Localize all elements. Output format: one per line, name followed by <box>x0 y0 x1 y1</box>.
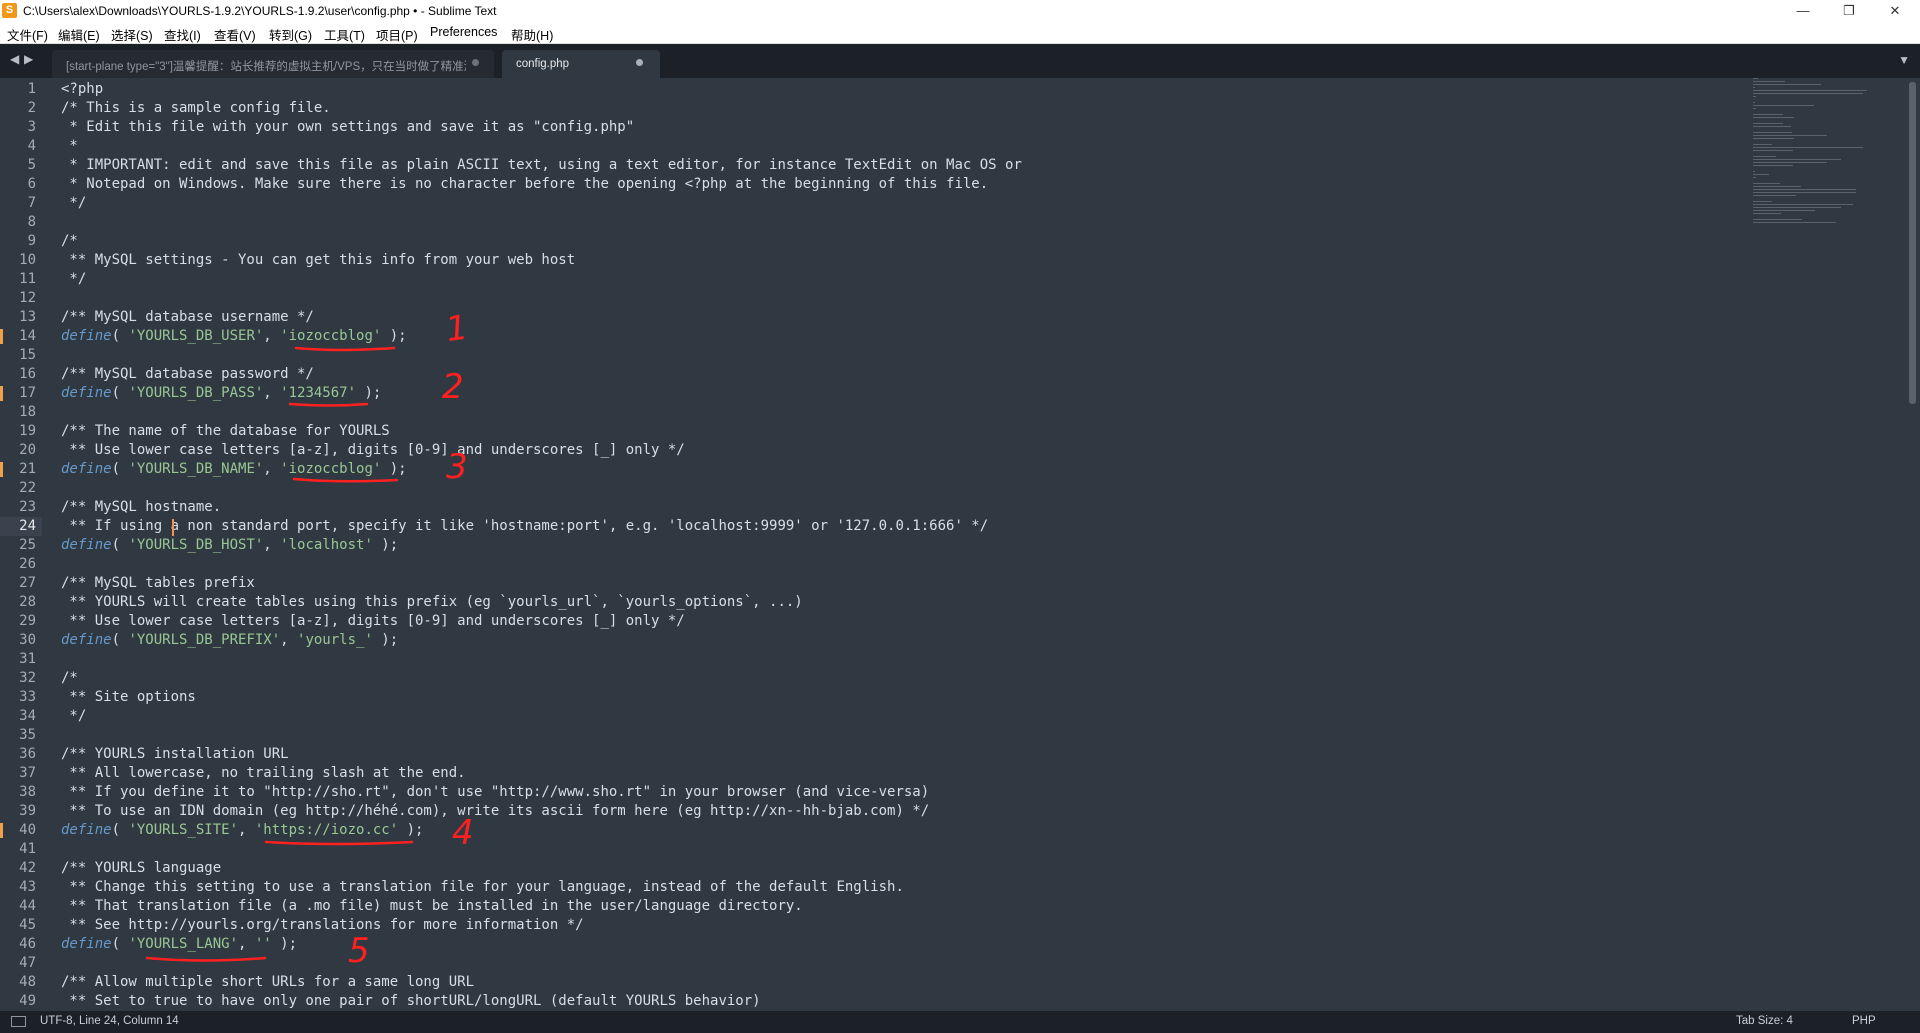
minimap-line <box>1753 201 1772 202</box>
menu-project[interactable]: 项目(P) <box>376 25 418 44</box>
tab-start-plane[interactable]: [start-plane type="3"]温馨提醒：站长推荐的虚拟主机/VPS… <box>52 50 494 78</box>
minimap-line <box>1753 114 1783 115</box>
text-cursor <box>172 519 174 536</box>
minimap-line <box>1753 138 1794 139</box>
minimap-line <box>1753 174 1769 175</box>
minimap-line <box>1753 84 1821 85</box>
menu-help[interactable]: 帮助(H) <box>511 25 553 44</box>
scrollbar-thumb[interactable] <box>1909 82 1916 404</box>
tab-bar: ◀ ▶ [start-plane type="3"]温馨提醒：站长推荐的虚拟主机… <box>0 44 1920 78</box>
minimap-line <box>1753 213 1781 214</box>
minimap-line <box>1753 81 1785 82</box>
tab-label: config.php <box>516 58 570 70</box>
minimap-line <box>1753 189 1856 190</box>
menu-goto[interactable]: 转到(G) <box>269 25 312 44</box>
minimap-line <box>1753 186 1801 187</box>
underline-db-user <box>294 346 396 352</box>
menu-bar: 文件(F) 编辑(E) 选择(S) 查找(I) 查看(V) 转到(G) 工具(T… <box>0 22 1920 44</box>
minimap-line <box>1753 159 1841 160</box>
minimap-line <box>1753 108 1756 109</box>
menu-selection[interactable]: 选择(S) <box>111 25 153 44</box>
minimap[interactable] <box>1753 78 1883 278</box>
minimap-line <box>1753 90 1867 91</box>
minimap-line <box>1753 147 1863 148</box>
window-title: C:\Users\alex\Downloads\YOURLS-1.9.2\YOU… <box>23 4 497 18</box>
panel-toggle-icon[interactable] <box>11 1016 26 1027</box>
underline-db-name <box>292 477 399 483</box>
annotation-2: 2 <box>442 367 464 407</box>
annotation-1: 1 <box>443 308 470 351</box>
underline-site <box>264 840 414 846</box>
annotation-layer: 1 2 3 4 5 <box>145 308 474 971</box>
minimap-line <box>1753 219 1802 220</box>
minimap-line <box>1753 195 1796 196</box>
menu-tools[interactable]: 工具(T) <box>324 25 365 44</box>
menu-view[interactable]: 查看(V) <box>214 25 256 44</box>
minimap-line <box>1753 165 1793 166</box>
minimap-line <box>1753 192 1856 193</box>
minimap-line <box>1753 78 1758 79</box>
minimap-line <box>1753 222 1836 223</box>
status-bar: UTF-8, Line 24, Column 14 Tab Size: 4 PH… <box>0 1011 1920 1033</box>
minimap-line <box>1753 105 1814 106</box>
title-bar: S C:\Users\alex\Downloads\YOURLS-1.9.2\Y… <box>0 0 1920 22</box>
tab-size-status[interactable]: Tab Size: 4 <box>1736 1015 1793 1027</box>
tab-next-arrow-icon[interactable]: ▶ <box>24 52 33 66</box>
minimap-line <box>1753 123 1783 124</box>
underline-lang <box>145 956 267 962</box>
minimap-line <box>1753 162 1827 163</box>
minimap-line <box>1753 93 1863 94</box>
syntax-status[interactable]: PHP <box>1852 1015 1876 1027</box>
minimize-icon[interactable]: — <box>1780 0 1826 22</box>
minimap-line <box>1753 210 1815 211</box>
minimap-line <box>1753 150 1793 151</box>
minimap-line <box>1753 117 1794 118</box>
minimap-line <box>1753 132 1792 133</box>
cursor-position-status: UTF-8, Line 24, Column 14 <box>40 1015 179 1027</box>
sublime-text-icon: S <box>2 3 17 18</box>
minimap-line <box>1753 204 1853 205</box>
tab-config-php[interactable]: config.php <box>502 50 660 78</box>
menu-edit[interactable]: 编辑(E) <box>58 25 100 44</box>
tab-prev-arrow-icon[interactable]: ◀ <box>10 52 19 66</box>
close-icon[interactable]: ✕ <box>1872 0 1918 22</box>
minimap-line <box>1753 135 1827 136</box>
menu-preferences[interactable]: Preferences <box>430 25 497 39</box>
minimap-line <box>1753 126 1791 127</box>
minimap-line <box>1753 171 1755 172</box>
minimap-line <box>1753 183 1780 184</box>
annotation-3: 3 <box>446 447 468 487</box>
tab-list-dropdown-icon[interactable]: ▼ <box>1898 53 1910 67</box>
restore-icon[interactable]: ❐ <box>1826 0 1872 22</box>
unsaved-dot-icon[interactable] <box>636 59 643 66</box>
underline-db-pass <box>288 402 369 407</box>
minimap-line <box>1753 102 1755 103</box>
tab-label: [start-plane type="3"]温馨提醒：站长推荐的虚拟主机/VPS… <box>66 61 466 73</box>
minimap-line <box>1753 177 1756 178</box>
minimap-line <box>1753 156 1776 157</box>
menu-find[interactable]: 查找(I) <box>164 25 201 44</box>
unsaved-dot-icon[interactable] <box>472 59 479 66</box>
minimap-line <box>1753 87 1755 88</box>
minimap-line <box>1753 144 1772 145</box>
annotation-5: 5 <box>348 931 370 971</box>
annotation-4: 4 <box>452 813 474 853</box>
editor-area[interactable]: 1 2 3 4 5 6 7 8 9 10 11 12 13 14 15 16 17 18 19 20 21 22 23 24 2… <box>0 78 1920 1011</box>
menu-file[interactable]: 文件(F) <box>7 25 48 44</box>
minimap-line <box>1753 96 1756 97</box>
minimap-line <box>1753 207 1841 208</box>
